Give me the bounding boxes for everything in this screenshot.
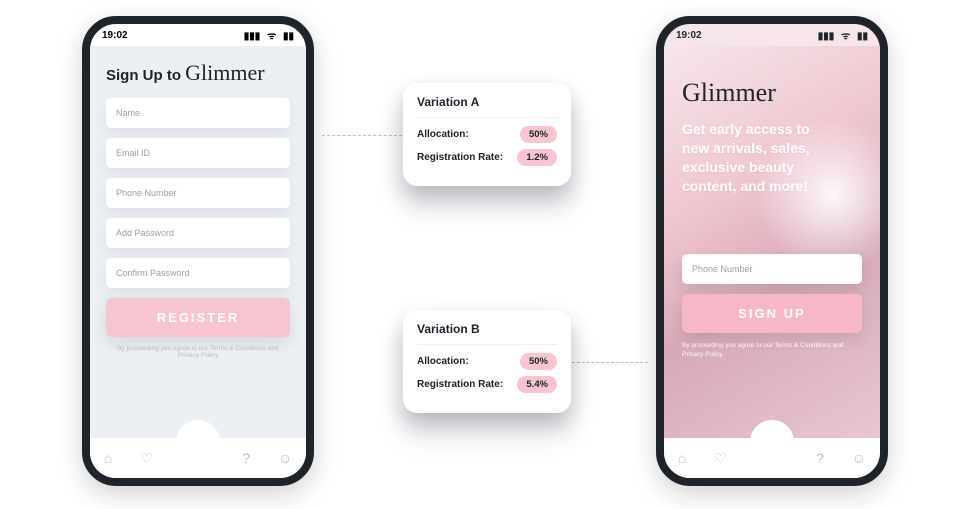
registration-rate-row: Registration Rate: 1.2%: [417, 149, 557, 166]
profile-icon[interactable]: ☺: [852, 450, 866, 466]
name-field[interactable]: Name: [106, 98, 290, 128]
nav-notch: [750, 420, 794, 464]
rate-value: 5.4%: [517, 376, 557, 393]
phone-variation-a: 19:02 ▮▮▮ ᯤ ▮▮ Sign Up to Glimmer Name E…: [82, 16, 314, 486]
signal-icon: ▮▮▮: [818, 31, 835, 42]
email-field[interactable]: Email ID: [106, 138, 290, 168]
bottom-nav: ⌂ ♡ ? ☺: [90, 438, 306, 478]
brand-logo-text: Glimmer: [185, 60, 264, 85]
rate-value: 1.2%: [517, 149, 557, 166]
signup-hero-b: Glimmer Get early access to new arrivals…: [664, 46, 880, 438]
legal-disclaimer: By proceeding you agree to our Terms & C…: [682, 341, 862, 359]
status-icons: ▮▮▮ ᯤ ▮▮: [240, 28, 294, 42]
status-time: 19:02: [102, 30, 128, 41]
battery-icon: ▮▮: [857, 31, 868, 42]
allocation-label: Allocation:: [417, 356, 469, 367]
card-title: Variation B: [417, 322, 557, 345]
rate-label: Registration Rate:: [417, 152, 503, 163]
help-icon[interactable]: ?: [816, 450, 824, 466]
variation-b-card: Variation B Allocation: 50% Registration…: [403, 310, 571, 413]
registration-rate-row: Registration Rate: 5.4%: [417, 376, 557, 393]
rate-label: Registration Rate:: [417, 379, 503, 390]
allocation-value: 50%: [520, 126, 557, 143]
signup-button[interactable]: SIGN UP: [682, 294, 862, 333]
bottom-nav: ⌂ ♡ ? ☺: [664, 438, 880, 478]
register-button[interactable]: REGISTER: [106, 298, 290, 337]
home-icon[interactable]: ⌂: [104, 450, 112, 466]
legal-disclaimer: By proceeding you agree to our Terms & C…: [106, 345, 290, 359]
battery-icon: ▮▮: [283, 31, 294, 42]
status-bar: 19:02 ▮▮▮ ᯤ ▮▮: [664, 24, 880, 46]
allocation-row: Allocation: 50%: [417, 126, 557, 143]
connector-a: [322, 135, 402, 136]
variation-a-card: Variation A Allocation: 50% Registration…: [403, 83, 571, 186]
password-field[interactable]: Add Password: [106, 218, 290, 248]
allocation-value: 50%: [520, 353, 557, 370]
disclaimer-text: By proceeding you agree to our: [117, 345, 209, 352]
heart-icon[interactable]: ♡: [714, 450, 727, 467]
allocation-label: Allocation:: [417, 129, 469, 140]
status-icons: ▮▮▮ ᯤ ▮▮: [814, 28, 868, 42]
phone-field[interactable]: Phone Number: [682, 254, 862, 284]
disclaimer-and: and: [266, 345, 279, 352]
hero-headline: Get early access to new arrivals, sales,…: [682, 120, 832, 196]
wifi-icon: ᯤ: [841, 31, 850, 42]
signal-icon: ▮▮▮: [244, 31, 261, 42]
status-bar: 19:02 ▮▮▮ ᯤ ▮▮: [90, 24, 306, 46]
allocation-row: Allocation: 50%: [417, 353, 557, 370]
brand-logo-text: Glimmer: [682, 78, 862, 108]
confirm-password-field[interactable]: Confirm Password: [106, 258, 290, 288]
signup-form-a: Sign Up to Glimmer Name Email ID Phone N…: [90, 46, 306, 438]
heart-icon[interactable]: ♡: [140, 450, 153, 467]
phone-variation-b: 19:02 ▮▮▮ ᯤ ▮▮ Glimmer Get early access …: [656, 16, 888, 486]
terms-link[interactable]: Terms & Conditions: [210, 345, 266, 352]
phone-field[interactable]: Phone Number: [106, 178, 290, 208]
page-title: Sign Up to Glimmer: [106, 60, 290, 86]
connector-b: [572, 362, 648, 363]
card-title: Variation A: [417, 95, 557, 118]
home-icon[interactable]: ⌂: [678, 450, 686, 466]
profile-icon[interactable]: ☺: [278, 450, 292, 466]
help-icon[interactable]: ?: [242, 450, 250, 466]
wifi-icon: ᯤ: [267, 31, 276, 42]
title-prefix: Sign Up to: [106, 67, 185, 84]
nav-notch: [176, 420, 220, 464]
status-time: 19:02: [676, 30, 702, 41]
privacy-link[interactable]: Privacy Policy: [178, 352, 218, 359]
